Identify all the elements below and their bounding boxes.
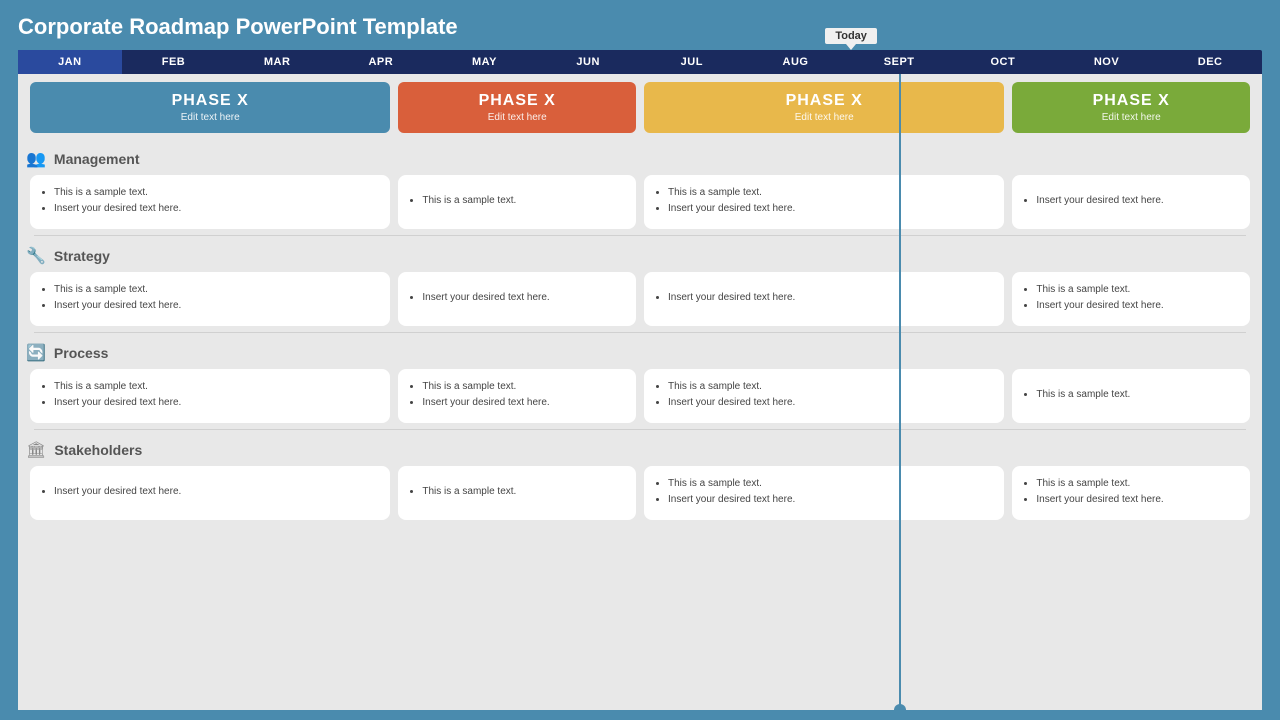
section-title-stakeholders: Stakeholders — [54, 442, 142, 458]
card-item: This is a sample text. — [54, 380, 380, 394]
phase-block-1: PHASE X Edit text here — [398, 82, 636, 133]
month-cell-oct: OCT — [951, 50, 1055, 74]
phase-title-0: PHASE X — [172, 92, 249, 110]
card-item: Insert your desired text here. — [54, 485, 380, 499]
section-header-stakeholders: 🏛 Stakeholders — [26, 436, 1254, 464]
phase-block-2: PHASE X Edit text here — [644, 82, 1004, 133]
phase-title-2: PHASE X — [786, 92, 863, 110]
section-title-strategy: Strategy — [54, 248, 110, 264]
card-item: This is a sample text. — [422, 485, 626, 499]
card-stakeholders-1: This is a sample text. — [398, 466, 636, 520]
card-process-0: This is a sample text. Insert your desire… — [30, 369, 390, 423]
months-bar: JANFEBMARAPRMAYJUNJULAUGSEPTOCTNOVDEC — [18, 50, 1262, 74]
card-management-2: This is a sample text. Insert your desire… — [644, 175, 1004, 229]
today-line-dot — [894, 704, 906, 716]
month-cell-aug: AUG — [744, 50, 848, 74]
card-stakeholders-0: Insert your desired text here. — [30, 466, 390, 520]
card-item: Insert your desired text here. — [54, 396, 380, 410]
cards-row-stakeholders: Insert your desired text here.This is a … — [26, 464, 1254, 526]
section-header-management: 👥 Management — [26, 145, 1254, 173]
section-row-stakeholders: 🏛 Stakeholders Insert your desired text … — [18, 432, 1262, 528]
card-item: This is a sample text. — [668, 477, 994, 491]
section-divider-0 — [34, 235, 1246, 236]
phase-subtitle-1: Edit text here — [488, 112, 547, 123]
month-cell-nov: NOV — [1055, 50, 1159, 74]
card-item: This is a sample text. — [668, 380, 994, 394]
card-item: Insert your desired text here. — [668, 493, 994, 507]
card-item: This is a sample text. — [1036, 283, 1240, 297]
month-cell-jun: JUN — [536, 50, 640, 74]
card-item: This is a sample text. — [668, 186, 994, 200]
month-cell-feb: FEB — [122, 50, 226, 74]
sections-container: 👥 Management This is a sample text.Inser… — [18, 141, 1262, 528]
card-item: Insert your desired text here. — [54, 202, 380, 216]
cards-row-strategy: This is a sample text. Insert your desire… — [26, 270, 1254, 332]
card-item: This is a sample text. — [54, 186, 380, 200]
card-process-2: This is a sample text. Insert your desire… — [644, 369, 1004, 423]
section-icon-process: 🔄 — [26, 343, 46, 363]
month-cell-sept: SEPT — [847, 50, 951, 74]
phase-title-3: PHASE X — [1093, 92, 1170, 110]
month-cell-jan: JAN — [18, 50, 122, 74]
phase-title-1: PHASE X — [479, 92, 556, 110]
month-cell-mar: MAR — [225, 50, 329, 74]
card-item: Insert your desired text here. — [54, 299, 380, 313]
section-divider-1 — [34, 332, 1246, 333]
section-title-management: Management — [54, 151, 140, 167]
section-icon-stakeholders: 🏛 — [26, 440, 46, 460]
card-item: Insert your desired text here. — [1036, 194, 1240, 208]
month-cell-jul: JUL — [640, 50, 744, 74]
month-cell-dec: DEC — [1158, 50, 1262, 74]
card-process-3: This is a sample text. — [1012, 369, 1250, 423]
phase-subtitle-2: Edit text here — [795, 112, 854, 123]
card-item: This is a sample text. — [422, 380, 626, 394]
card-stakeholders-2: This is a sample text. Insert your desire… — [644, 466, 1004, 520]
phase-block-0: PHASE X Edit text here — [30, 82, 390, 133]
card-item: Insert your desired text here. — [1036, 493, 1240, 507]
page-title: Corporate Roadmap PowerPoint Template — [18, 14, 1262, 40]
card-item: Insert your desired text here. — [1036, 299, 1240, 313]
card-item: Insert your desired text here. — [668, 202, 994, 216]
card-process-1: This is a sample text. Insert your desire… — [398, 369, 636, 423]
card-item: Insert your desired text here. — [668, 291, 994, 305]
section-icon-management: 👥 — [26, 149, 46, 169]
card-stakeholders-3: This is a sample text. Insert your desire… — [1012, 466, 1250, 520]
cards-row-management: This is a sample text. Insert your desire… — [26, 173, 1254, 235]
section-row-strategy: 🔧 Strategy This is a sample text. Insert … — [18, 238, 1262, 335]
card-strategy-0: This is a sample text. Insert your desire… — [30, 272, 390, 326]
section-row-management: 👥 Management This is a sample text. Inser… — [18, 141, 1262, 238]
today-label: Today — [825, 28, 877, 44]
phase-subtitle-0: Edit text here — [181, 112, 240, 123]
card-item: Insert your desired text here. — [422, 396, 626, 410]
card-strategy-3: This is a sample text. Insert your desire… — [1012, 272, 1250, 326]
section-title-process: Process — [54, 345, 108, 361]
phase-block-3: PHASE X Edit text here — [1012, 82, 1250, 133]
card-item: This is a sample text. — [1036, 388, 1240, 402]
section-icon-strategy: 🔧 — [26, 246, 46, 266]
month-cell-apr: APR — [329, 50, 433, 74]
card-strategy-1: Insert your desired text here. — [398, 272, 636, 326]
today-line — [899, 74, 901, 710]
card-item: This is a sample text. — [1036, 477, 1240, 491]
main-container: Corporate Roadmap PowerPoint Template To… — [0, 0, 1280, 720]
phase-subtitle-3: Edit text here — [1102, 112, 1161, 123]
section-header-strategy: 🔧 Strategy — [26, 242, 1254, 270]
content-area: PHASE X Edit text here PHASE X Edit text… — [18, 74, 1262, 710]
card-management-3: Insert your desired text here. — [1012, 175, 1250, 229]
section-row-process: 🔄 Process This is a sample text. Insert y… — [18, 335, 1262, 432]
card-item: Insert your desired text here. — [422, 291, 626, 305]
card-strategy-2: Insert your desired text here. — [644, 272, 1004, 326]
card-management-1: This is a sample text. — [398, 175, 636, 229]
phases-row: PHASE X Edit text here PHASE X Edit text… — [18, 74, 1262, 141]
card-item: This is a sample text. — [54, 283, 380, 297]
month-cell-may: MAY — [433, 50, 537, 74]
card-item: This is a sample text. — [422, 194, 626, 208]
card-management-0: This is a sample text. Insert your desire… — [30, 175, 390, 229]
section-divider-2 — [34, 429, 1246, 430]
card-item: Insert your desired text here. — [668, 396, 994, 410]
section-header-process: 🔄 Process — [26, 339, 1254, 367]
timeline-wrapper: Today JANFEBMARAPRMAYJUNJULAUGSEPTOCTNOV… — [18, 50, 1262, 74]
cards-row-process: This is a sample text. Insert your desire… — [26, 367, 1254, 429]
